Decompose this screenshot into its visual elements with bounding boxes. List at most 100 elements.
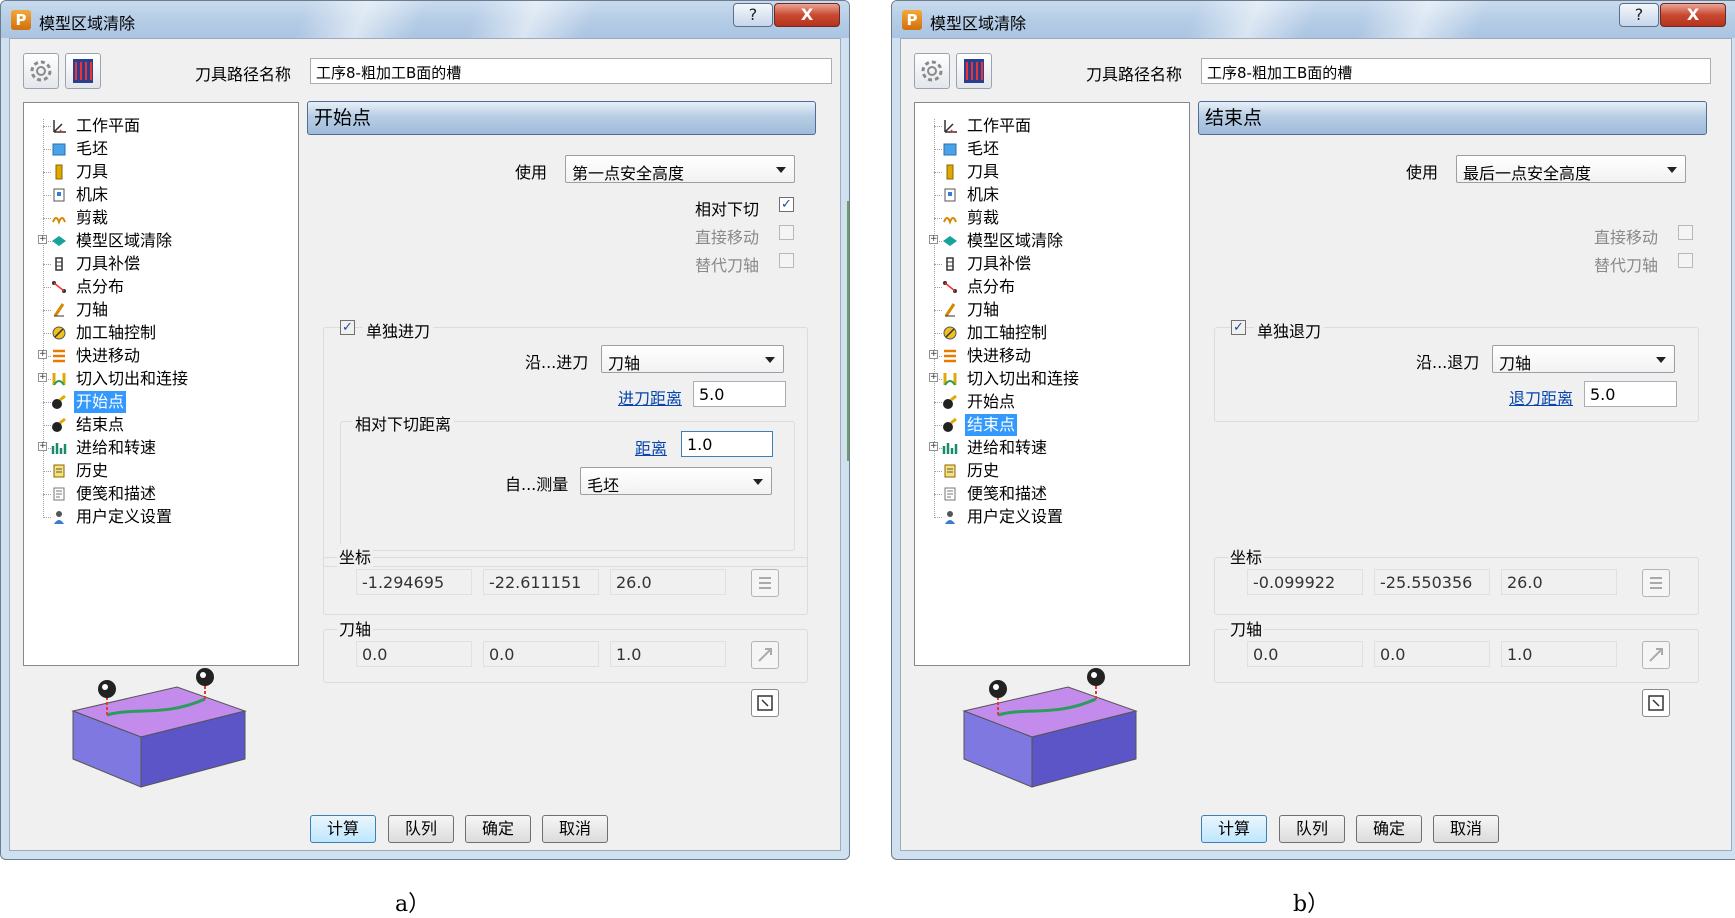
along-retract-select[interactable]: 刀轴 <box>1492 345 1675 373</box>
tree-item-label: 模型区域清除 <box>76 231 173 250</box>
toolpath-gear-button[interactable] <box>23 53 59 89</box>
tool-axis-title: 刀轴 <box>337 616 374 640</box>
settings-tree[interactable]: 工作平面 毛坯 刀具 机床 剪裁 + 模型区域清除 刀具补偿 点分布 刀轴 加工轴控制 + 快进移动 + 切… <box>914 102 1190 666</box>
measure-from-select[interactable]: 毛坯 <box>580 467 772 495</box>
use-select[interactable]: 第一点安全高度 <box>565 155 795 183</box>
tree-item-label: 快进移动 <box>76 346 141 365</box>
tree-item-label: 加工轴控制 <box>967 323 1048 342</box>
tree-item-label: 刀轴 <box>76 300 109 319</box>
pick-point-button[interactable] <box>751 689 779 717</box>
cancel-button[interactable]: 取消 <box>542 815 608 843</box>
along-approach-select[interactable]: 刀轴 <box>601 345 784 373</box>
settings-tree[interactable]: 工作平面 毛坯 刀具 机床 剪裁 + 模型区域清除 刀具补偿 点分布 刀轴 加工轴控制 + 快进移动 + 切… <box>23 102 299 666</box>
list-icon <box>759 577 771 589</box>
tree-item-label: 切入切出和连接 <box>76 369 189 388</box>
queue-button[interactable]: 队列 <box>1279 815 1345 843</box>
chevron-down-icon <box>765 357 775 363</box>
axis-control-icon <box>52 326 66 340</box>
ok-button[interactable]: 确定 <box>1356 815 1422 843</box>
tree-item-label: 结束点 <box>76 415 125 434</box>
tree-item-label: 结束点 <box>965 414 1018 436</box>
arrow-diagonal-icon <box>1649 648 1663 662</box>
approach-distance-input[interactable]: 5.0 <box>693 381 786 407</box>
axis-i: 0.0 <box>1247 641 1363 667</box>
axis-direction-button[interactable] <box>1642 641 1670 669</box>
direct-move-label: 直接移动 <box>1594 228 1659 247</box>
coord-list-button[interactable] <box>1642 569 1670 597</box>
dialog-start-point: P 模型区域清除 ? X 刀具路径名称 工序8-粗加工B面的槽 工作平面 毛坯 刀具… <box>0 0 850 860</box>
help-button[interactable]: ? <box>1619 3 1659 27</box>
tree-item-label: 开始点 <box>967 392 1016 411</box>
expand-plus-icon[interactable]: + <box>929 350 938 359</box>
tree-item-label: 切入切出和连接 <box>967 369 1080 388</box>
end-point-icon <box>943 417 957 432</box>
separate-retract-checkbox[interactable]: ✓ <box>1231 320 1246 335</box>
separate-approach-label: 单独进刀 <box>363 318 434 342</box>
user-settings-icon <box>945 511 955 524</box>
rapid-move-icon <box>944 349 956 363</box>
alt-axis-checkbox[interactable] <box>779 253 794 268</box>
toolpath-name-input[interactable]: 工序8-粗加工B面的槽 <box>1201 58 1711 84</box>
use-label: 使用 <box>1406 163 1439 182</box>
relative-distance-link[interactable]: 距离 <box>635 435 667 459</box>
expand-plus-icon[interactable]: + <box>929 442 938 451</box>
toolpath-icon <box>964 59 984 83</box>
gear-icon <box>921 60 943 82</box>
relative-distance-input[interactable]: 1.0 <box>681 431 773 457</box>
tree-item-label: 开始点 <box>74 391 127 413</box>
separate-approach-checkbox[interactable]: ✓ <box>340 320 355 335</box>
direct-move-checkbox[interactable] <box>779 225 794 240</box>
calculate-button[interactable]: 计算 <box>310 815 376 843</box>
toolpath-icon <box>73 59 93 83</box>
queue-button[interactable]: 队列 <box>388 815 454 843</box>
toolpath-calc-button[interactable] <box>956 53 992 89</box>
feed-speed-icon <box>51 443 67 454</box>
measure-from-value: 毛坯 <box>587 476 620 495</box>
close-button[interactable]: X <box>774 3 840 27</box>
history-icon <box>53 464 65 478</box>
pick-point-button[interactable] <box>1642 689 1670 717</box>
retract-distance-input[interactable]: 5.0 <box>1584 381 1677 407</box>
tool-axis-icon <box>53 303 65 317</box>
tree-item-label: 毛坯 <box>76 139 109 158</box>
direct-move-label: 直接移动 <box>695 228 760 247</box>
list-icon <box>1650 577 1662 589</box>
chevron-down-icon <box>1656 357 1666 363</box>
tree-item-label: 刀轴 <box>967 300 1000 319</box>
start-point-diagram <box>71 668 247 788</box>
point-dist-icon <box>52 281 66 293</box>
expand-plus-icon[interactable]: + <box>38 373 47 382</box>
title-bar[interactable]: P 模型区域清除 ? X <box>1 1 849 38</box>
cancel-button[interactable]: 取消 <box>1433 815 1499 843</box>
machine-icon <box>944 188 956 202</box>
expand-plus-icon[interactable]: + <box>38 350 47 359</box>
ok-button[interactable]: 确定 <box>465 815 531 843</box>
calculate-button[interactable]: 计算 <box>1201 815 1267 843</box>
direct-move-checkbox[interactable] <box>1678 225 1693 240</box>
leads-links-icon <box>943 373 957 386</box>
expand-plus-icon[interactable]: + <box>929 235 938 244</box>
stock-icon <box>52 143 66 156</box>
help-button[interactable]: ? <box>733 3 773 27</box>
use-select[interactable]: 最后一点安全高度 <box>1456 155 1686 183</box>
axis-i: 0.0 <box>356 641 472 667</box>
close-button[interactable]: X <box>1660 3 1726 27</box>
expand-plus-icon[interactable]: + <box>38 442 47 451</box>
expand-plus-icon[interactable]: + <box>38 235 47 244</box>
coord-list-button[interactable] <box>751 569 779 597</box>
retract-distance-link[interactable]: 退刀距离 <box>1509 385 1573 409</box>
relative-plunge-checkbox[interactable]: ✓ <box>779 197 794 212</box>
coord-x: -0.099922 <box>1247 569 1363 595</box>
axis-direction-button[interactable] <box>751 641 779 669</box>
toolpath-gear-button[interactable] <box>914 53 950 89</box>
toolpath-name-input[interactable]: 工序8-粗加工B面的槽 <box>310 58 832 84</box>
approach-distance-link[interactable]: 进刀距离 <box>618 385 682 409</box>
toolpath-calc-button[interactable] <box>65 53 101 89</box>
alt-axis-label: 替代刀轴 <box>1594 256 1659 275</box>
dialog-body: 刀具路径名称 工序8-粗加工B面的槽 工作平面 毛坯 刀具 机床 剪裁 + 模型区域清除 刀具… <box>900 38 1732 851</box>
alt-axis-checkbox[interactable] <box>1678 253 1693 268</box>
tree-item-label: 进给和转速 <box>967 438 1048 457</box>
expand-plus-icon[interactable]: + <box>929 373 938 382</box>
title-bar[interactable]: P 模型区域清除 ? X <box>892 1 1735 38</box>
axis-j: 0.0 <box>483 641 599 667</box>
